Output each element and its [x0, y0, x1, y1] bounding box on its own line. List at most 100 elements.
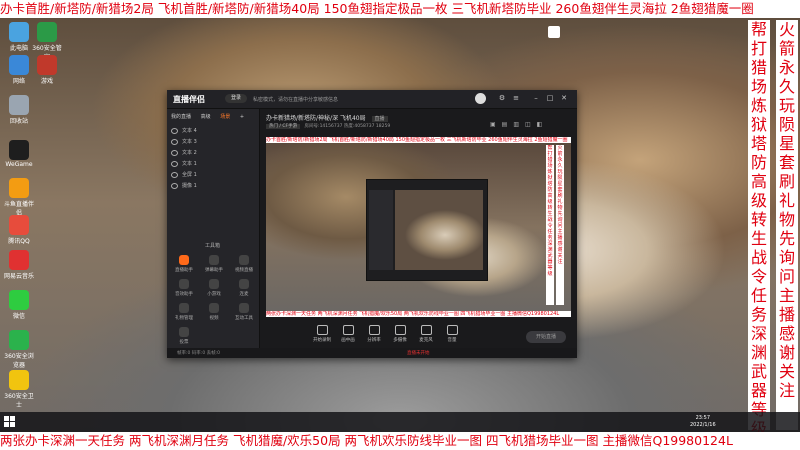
- room-id: 房间号:14156737: [304, 124, 343, 129]
- tool-label: 小游戏: [207, 292, 221, 297]
- taskbar: 23:57 2022/1/16: [0, 412, 800, 432]
- tab-my-live[interactable]: 我的直播: [171, 114, 191, 120]
- control-label: 分辨率: [367, 338, 381, 343]
- settings-icon[interactable]: ⚙: [497, 93, 507, 103]
- tool-button[interactable]: 视频: [201, 303, 227, 325]
- control-button[interactable]: 分辨率: [362, 325, 386, 343]
- eye-icon[interactable]: [171, 149, 178, 156]
- eye-icon[interactable]: [171, 127, 178, 134]
- clock-date: 2022/1/16: [690, 422, 716, 428]
- preview-toolbar[interactable]: ▣▤▥◫◧: [490, 121, 548, 128]
- menu-icon[interactable]: ≡: [511, 93, 521, 103]
- source-label: 文本 2: [182, 150, 197, 156]
- source-label: 全屏 1: [182, 172, 197, 178]
- eye-icon[interactable]: [171, 160, 178, 167]
- control-label: 麦克风: [419, 338, 433, 343]
- desktop-icon-label: 360安全卫士: [4, 393, 34, 409]
- tool-button[interactable]: 音效助手: [171, 279, 197, 301]
- tab-scene[interactable]: 场景: [220, 114, 230, 120]
- desktop-icon-label: 回收站: [9, 118, 28, 125]
- tab-add[interactable]: +: [240, 114, 244, 120]
- tool-button[interactable]: 直播助手: [171, 255, 197, 277]
- minimize-icon[interactable]: –: [531, 93, 541, 103]
- tool-icon: [209, 303, 219, 313]
- app-titlebar: 直播伴侣 登录 私密模式，请勿在直播中分享敏感信息 ⚙ ≡ – □ ✕: [167, 90, 577, 109]
- source-label: 文本 1: [182, 161, 197, 167]
- tool-button[interactable]: 小游戏: [201, 279, 227, 301]
- tshirt-icon[interactable]: [548, 26, 560, 38]
- source-label: 摄像 1: [182, 183, 197, 189]
- tool-button[interactable]: 弹幕助手: [201, 255, 227, 277]
- app-icon: [9, 95, 29, 115]
- tool-button[interactable]: 视频直播: [231, 255, 257, 277]
- avatar[interactable]: [475, 93, 486, 104]
- source-label: 文本 3: [182, 139, 197, 145]
- desktop-icon[interactable]: 游戏: [30, 55, 64, 85]
- desktop-icon[interactable]: 斗鱼直播伴侣: [2, 178, 36, 217]
- login-button[interactable]: 登录: [225, 94, 247, 103]
- eye-icon[interactable]: [171, 182, 178, 189]
- source-item[interactable]: 摄像 1: [171, 182, 255, 191]
- tool-label: 弹幕助手: [205, 268, 223, 273]
- room-title[interactable]: 办卡新猎场/新塔防/神秘/深 飞机40局 直播: [266, 113, 388, 122]
- room-title-text: 办卡新猎场/新塔防/神秘/深 飞机40局: [266, 115, 366, 122]
- app-icon: [37, 55, 57, 75]
- preview-right-banner: 火箭永久玩陨星套刷礼物先询问主播 感谢关注: [556, 145, 564, 305]
- control-icon: [394, 325, 406, 335]
- control-icon: [316, 325, 328, 335]
- app-icon: [9, 250, 29, 270]
- desktop-icon-label: 游戏: [40, 78, 53, 85]
- desktop-icon-label: 腾讯QQ: [8, 238, 30, 245]
- preview-left-banner: 帮打猎场炼狱 塔防高级 转生 战令任务 深渊武器等级: [546, 145, 554, 305]
- tool-button[interactable]: 连麦: [231, 279, 257, 301]
- control-icon: [342, 325, 354, 335]
- tool-icon: [239, 255, 249, 265]
- eye-icon[interactable]: [171, 138, 178, 145]
- app-icon: [37, 22, 57, 42]
- eye-icon[interactable]: [171, 171, 178, 178]
- fans-count: 18259: [375, 124, 391, 129]
- desktop-icon[interactable]: 360安全浏览器: [2, 330, 36, 369]
- source-item[interactable]: 文本 1: [171, 160, 255, 169]
- desktop-icon[interactable]: WeGame: [2, 140, 36, 168]
- nested-preview-window: [366, 179, 488, 281]
- source-item[interactable]: 全屏 1: [171, 171, 255, 180]
- source-item[interactable]: 文本 3: [171, 138, 255, 147]
- room-heat: 热度:4058737: [343, 124, 375, 129]
- tab-advanced[interactable]: 高级: [201, 114, 211, 120]
- control-button[interactable]: 麦克风: [414, 325, 438, 343]
- tool-button[interactable]: 礼物管理: [171, 303, 197, 325]
- control-button[interactable]: 画中画: [336, 325, 360, 343]
- control-button[interactable]: 多摄像: [388, 325, 412, 343]
- control-button[interactable]: 音量: [440, 325, 464, 343]
- desktop-icon[interactable]: 360安全卫士: [2, 370, 36, 409]
- source-item[interactable]: 文本 2: [171, 149, 255, 158]
- desktop-icon[interactable]: 腾讯QQ: [2, 215, 36, 245]
- streaming-app-window: 直播伴侣 登录 私密模式，请勿在直播中分享敏感信息 ⚙ ≡ – □ ✕ 我的直播…: [167, 90, 577, 358]
- maximize-icon[interactable]: □: [545, 93, 555, 103]
- source-item[interactable]: 文本 4: [171, 127, 255, 136]
- go-live-button[interactable]: 开始直播: [526, 331, 566, 343]
- stream-preview[interactable]: 办卡首胜/新塔防/新猎场2局 飞机首胜/新塔防/新猎场40局 150鱼翅指定极品…: [266, 137, 571, 317]
- desktop-icon[interactable]: 微信: [2, 290, 36, 320]
- tool-button[interactable]: 互动工具: [231, 303, 257, 325]
- status-bar: 帧率:0 码率:0 丢帧:0 直播未开始: [167, 348, 577, 358]
- desktop-icon[interactable]: 回收站: [2, 95, 36, 125]
- control-button[interactable]: 开始录制: [310, 325, 334, 343]
- tool-button[interactable]: 投票: [171, 327, 197, 349]
- tool-label: 投票: [179, 340, 189, 345]
- taskbar-clock[interactable]: 23:57 2022/1/16: [690, 415, 716, 429]
- close-icon[interactable]: ✕: [559, 93, 569, 103]
- windows-start-icon[interactable]: [4, 416, 16, 428]
- live-main-area: 办卡新猎场/新塔防/神秘/深 飞机40局 直播 热门 / CF手游 房间号:14…: [260, 109, 577, 358]
- category-pill[interactable]: 热门 / CF手游: [266, 124, 301, 129]
- bottom-banner: 两张办卡深渊一天任务 两飞机深渊月任务 飞机猎魔/欢乐50局 两飞机欢乐防线毕业…: [0, 432, 800, 450]
- preview-bottom-banner: 两张办卡深渊一天任务 两飞机深渊月任务 飞机猎魔/欢乐50局 两飞机欢乐防线毕业…: [266, 311, 571, 317]
- desktop-icon[interactable]: 网易云音乐: [2, 250, 36, 280]
- tool-label: 礼物管理: [175, 316, 193, 321]
- tool-label: 连麦: [239, 292, 249, 297]
- tool-label: 互动工具: [235, 316, 253, 321]
- control-label: 音量: [447, 338, 457, 343]
- tool-icon: [209, 255, 219, 265]
- desktop-icon-label: 360安全浏览器: [4, 353, 34, 369]
